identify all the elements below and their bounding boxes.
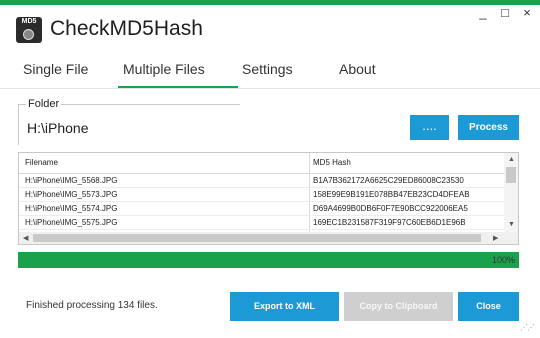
resize-grip-icon[interactable]: ⋰⋰ (520, 323, 535, 332)
filename-cell: H:\iPhone\IMG_5575.JPG (25, 218, 118, 227)
column-header-md5[interactable]: MD5 Hash (313, 158, 351, 167)
filename-cell: H:\iPhone\IMG_5574.JPG (25, 204, 118, 213)
table-row[interactable]: H:\iPhone\IMG_5568.JPG B1A7B362172A6625C… (19, 174, 504, 188)
vertical-scroll-thumb[interactable] (506, 167, 516, 183)
table-row[interactable]: H:\iPhone\IMG_5573.JPG 158E99E9B191E078B… (19, 188, 504, 202)
results-grid[interactable]: Filename MD5 Hash H:\iPhone\IMG_5568.JPG… (18, 152, 519, 245)
copy-clipboard-button[interactable]: Copy to Clipboard (344, 292, 453, 321)
tab-about[interactable]: About (339, 61, 376, 77)
app-title: CheckMD5Hash (50, 17, 203, 40)
horizontal-scrollbar[interactable]: ◀ ▶ (19, 232, 518, 244)
minimize-button[interactable]: _ (475, 6, 491, 20)
logo-text: MD5 (21, 18, 37, 25)
hash-cell: B1A7B362172A6625C29ED86008C23530 (313, 176, 464, 185)
maximize-button[interactable]: □ (497, 6, 513, 20)
progress-fill (18, 252, 519, 268)
scroll-right-icon[interactable]: ▶ (493, 234, 498, 242)
hash-cell: D69A4699B0DB6F0F7E90BCC922006EA5 (313, 204, 468, 213)
folder-label: Folder (26, 98, 62, 110)
process-button[interactable]: Process (458, 115, 519, 140)
progress-bar: 100% (18, 252, 519, 268)
tab-multiple-files[interactable]: Multiple Files (123, 61, 205, 77)
export-xml-button[interactable]: Export to XML (230, 292, 339, 321)
close-window-button[interactable]: × (519, 6, 535, 20)
close-button[interactable]: Close (458, 292, 519, 321)
hash-cell: 169EC1B231587F319F97C60EB6D1E96B (313, 218, 466, 227)
progress-label: 100% (491, 255, 515, 265)
app-logo-icon: MD5 (16, 17, 42, 43)
status-text: Finished processing 134 files. (26, 300, 158, 311)
table-row[interactable]: H:\iPhone\IMG_5574.JPG D69A4699B0DB6F0F7… (19, 202, 504, 216)
disc-icon (23, 29, 34, 40)
browse-button[interactable]: .... (410, 115, 449, 140)
filename-cell: H:\iPhone\IMG_5568.JPG (25, 176, 118, 185)
tab-divider (0, 88, 540, 89)
scroll-up-icon[interactable]: ▲ (508, 156, 515, 163)
column-header-filename[interactable]: Filename (25, 158, 58, 167)
tab-settings[interactable]: Settings (242, 61, 293, 77)
filename-cell: H:\iPhone\IMG_5573.JPG (25, 190, 118, 199)
horizontal-scroll-thumb[interactable] (33, 234, 481, 242)
vertical-scrollbar[interactable]: ▲ ▼ (504, 153, 518, 232)
table-row[interactable]: H:\iPhone\IMG_5575.JPG 169EC1B231587F319… (19, 216, 504, 230)
grid-header: Filename MD5 Hash (19, 153, 504, 174)
folder-path-field[interactable]: H:\iPhone (27, 120, 88, 136)
tab-single-file[interactable]: Single File (23, 61, 88, 77)
window-accent-bar (0, 0, 540, 5)
scroll-down-icon[interactable]: ▼ (508, 221, 515, 228)
scroll-left-icon[interactable]: ◀ (23, 234, 28, 242)
hash-cell: 158E99E9B191E078BB47EB23CD4DFEAB (313, 190, 470, 199)
